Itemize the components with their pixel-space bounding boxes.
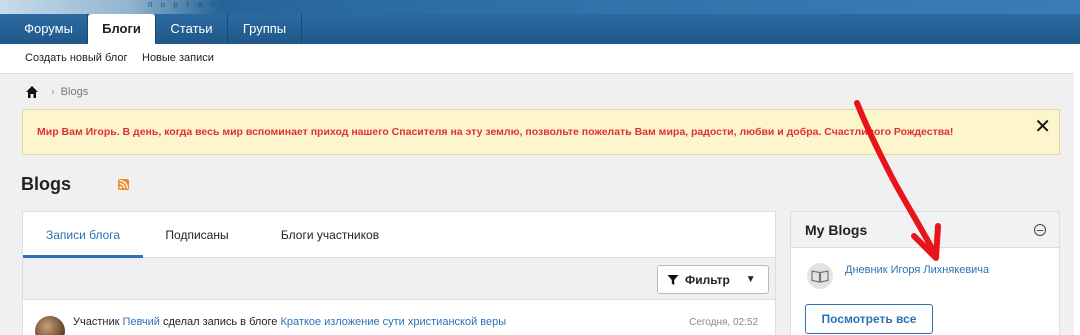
panel-tabs: Записи блога Подписаны Блоги участников <box>23 212 775 258</box>
tab-articles[interactable]: Статьи <box>156 14 228 44</box>
tab-groups[interactable]: Группы <box>228 14 302 44</box>
breadcrumb-current: Blogs <box>60 86 89 98</box>
view-all-button[interactable]: Посмотреть все <box>805 304 933 334</box>
create-blog-link[interactable]: Создать новый блог <box>25 52 127 64</box>
tab-blogs[interactable]: Блоги <box>88 14 156 44</box>
post-summary: Участник Певчий сделал запись в блоге Кр… <box>73 316 506 328</box>
sub-nav: Создать новый блог Новые записи <box>0 44 1080 74</box>
filter-bar: Фильтр ▼ <box>23 258 775 300</box>
filter-icon <box>667 274 679 285</box>
tab-member-blogs[interactable]: Блоги участников <box>251 212 409 258</box>
page-title: Blogs <box>21 174 72 194</box>
breadcrumb: › Blogs <box>25 84 88 100</box>
blog-entries-panel: Записи блога Подписаны Блоги участников … <box>22 211 776 335</box>
main-nav: Форумы Блоги Статьи Группы <box>0 14 1080 44</box>
collapse-icon[interactable] <box>1034 224 1046 236</box>
page-edge <box>1074 44 1080 335</box>
chevron-right-icon: › <box>51 86 55 98</box>
rss-icon[interactable] <box>118 179 129 190</box>
notice-banner: Мир Вам Игорь. В день, когда весь мир вс… <box>22 109 1060 155</box>
close-icon[interactable]: ✕ <box>1034 114 1051 139</box>
home-icon[interactable] <box>25 85 39 99</box>
logo-text: п о р т а л <box>148 0 219 9</box>
post-prefix: Участник <box>73 316 120 328</box>
caret-down-icon: ▼ <box>745 274 756 285</box>
notice-text: Мир Вам Игорь. В день, когда весь мир вс… <box>37 126 954 138</box>
tab-forums[interactable]: Форумы <box>10 14 88 44</box>
header-banner: п о р т а л <box>0 0 1080 14</box>
widget-header: My Blogs <box>791 212 1059 248</box>
list-item: Участник Певчий сделал запись в блоге Кр… <box>23 300 775 335</box>
tab-blog-entries[interactable]: Записи блога <box>23 212 143 258</box>
widget-title: My Blogs <box>805 222 868 238</box>
author-link[interactable]: Певчий <box>122 316 159 328</box>
post-middle: сделал запись в блоге <box>162 316 278 328</box>
my-blogs-widget: My Blogs Дневник Игоря Лихнякевича Посмо… <box>790 211 1060 335</box>
new-posts-link[interactable]: Новые записи <box>142 52 214 64</box>
filter-button[interactable]: Фильтр ▼ <box>657 265 769 294</box>
my-blog-link[interactable]: Дневник Игоря Лихнякевича <box>845 264 989 276</box>
tab-subscribed[interactable]: Подписаны <box>143 212 251 258</box>
filter-label: Фильтр <box>685 272 730 287</box>
avatar[interactable] <box>35 316 65 335</box>
blog-title-link[interactable]: Краткое изложение сути христианской веры <box>281 316 507 328</box>
book-icon <box>807 263 833 289</box>
post-timestamp: Сегодня, 02:52 <box>689 317 758 328</box>
